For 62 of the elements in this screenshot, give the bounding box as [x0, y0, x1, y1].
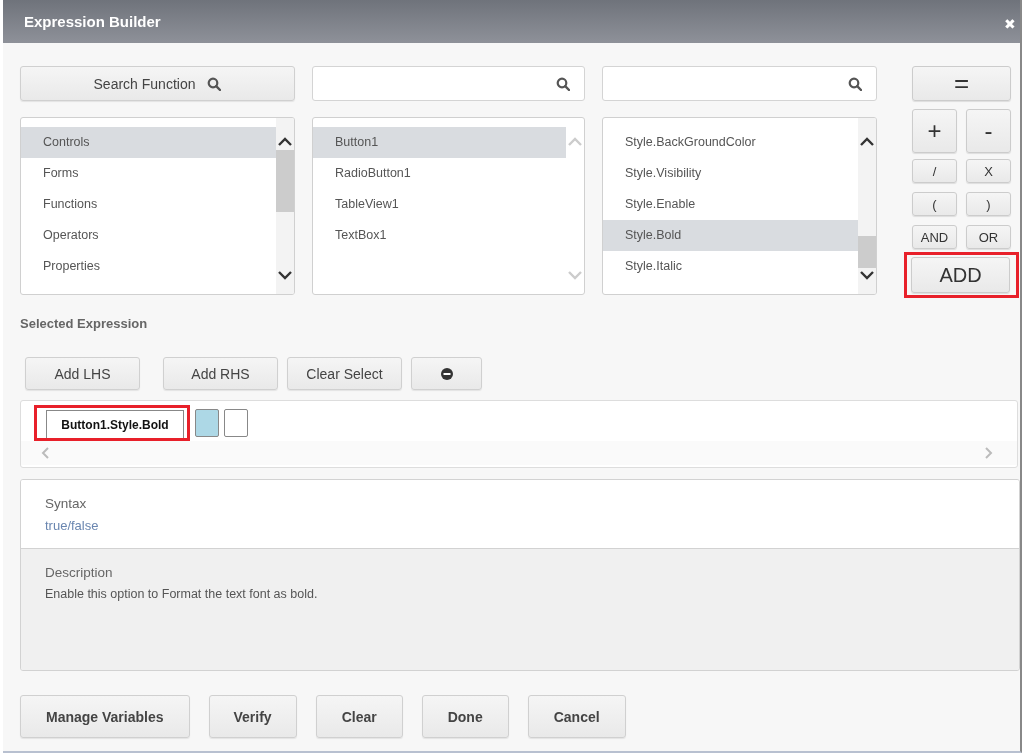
operator-button[interactable]: ADD: [911, 257, 1010, 293]
chevron-up-icon: [278, 137, 292, 146]
operator-button[interactable]: +: [912, 109, 957, 153]
minus-circle-icon: [440, 367, 453, 380]
expression-slot[interactable]: [195, 409, 219, 437]
list-item[interactable]: Style.Italic: [603, 251, 858, 282]
footer-button[interactable]: Cancel: [527, 695, 626, 738]
list-item[interactable]: Controls: [21, 127, 276, 158]
scrollbar[interactable]: [276, 118, 294, 294]
list-item[interactable]: Button1: [313, 127, 566, 158]
expression-token[interactable]: Button1.Style.Bold: [46, 410, 184, 438]
footer-button[interactable]: Verify: [208, 695, 297, 738]
syntax-label: Syntax: [45, 496, 88, 511]
operator-button[interactable]: ): [966, 192, 1011, 216]
remove-button[interactable]: [411, 357, 482, 390]
operator-button[interactable]: X: [966, 159, 1011, 183]
list-item[interactable]: TableView1: [313, 189, 566, 220]
syntax-value: true/false: [45, 518, 100, 533]
description-text: Enable this option to Format the text font as bold.: [45, 587, 319, 601]
section-heading: Selected Expression: [20, 316, 149, 331]
footer-button[interactable]: Clear: [315, 695, 403, 738]
list-item[interactable]: Properties: [21, 251, 276, 282]
chevron-up-icon: [860, 137, 874, 146]
operator-button[interactable]: OR: [966, 225, 1011, 249]
list-item[interactable]: Functions: [21, 189, 276, 220]
list-item[interactable]: Operators: [21, 220, 276, 251]
operator-button[interactable]: AND: [912, 225, 957, 249]
search-icon: [207, 76, 222, 91]
search-icon: [848, 76, 862, 91]
chevron-left-icon: [41, 447, 49, 459]
scroll-thumb[interactable]: [276, 150, 294, 212]
chevron-down-icon: [860, 271, 874, 280]
list-item[interactable]: Style.Enable: [603, 189, 858, 220]
chevron-down-icon: [568, 271, 582, 280]
operator-button[interactable]: =: [912, 66, 1011, 101]
footer-button[interactable]: Done: [421, 695, 509, 738]
footer-button[interactable]: Manage Variables: [20, 695, 190, 738]
chevron-right-icon: [985, 447, 993, 459]
operator-button[interactable]: /: [912, 159, 957, 183]
action-button[interactable]: Clear Select: [287, 357, 402, 390]
description-label: Description: [45, 565, 114, 580]
search-icon: [556, 76, 570, 91]
list-item[interactable]: Style.Visibility: [603, 158, 858, 189]
action-button[interactable]: Add RHS: [163, 357, 278, 390]
list-item[interactable]: Forms: [21, 158, 276, 189]
search-field[interactable]: [602, 66, 877, 101]
search-field[interactable]: [312, 66, 585, 101]
operator-button[interactable]: (: [912, 192, 957, 216]
list-item[interactable]: TextBox1: [313, 220, 566, 251]
list-item[interactable]: RadioButton1: [313, 158, 566, 189]
expression-slot[interactable]: [224, 409, 248, 437]
list-item[interactable]: Style.BackGroundColor: [603, 127, 858, 158]
chevron-up-icon: [568, 137, 582, 146]
operator-button[interactable]: -: [966, 109, 1011, 153]
action-button[interactable]: Add LHS: [25, 357, 140, 390]
list-item[interactable]: Style.Bold: [603, 220, 858, 251]
chevron-down-icon: [278, 271, 292, 280]
search-function-button[interactable]: Search Function: [20, 66, 295, 101]
scrollbar[interactable]: [858, 118, 876, 294]
window-title: Expression Builder: [24, 13, 161, 30]
close-button[interactable]: ✖: [1000, 15, 1020, 32]
scroll-thumb[interactable]: [858, 236, 876, 268]
